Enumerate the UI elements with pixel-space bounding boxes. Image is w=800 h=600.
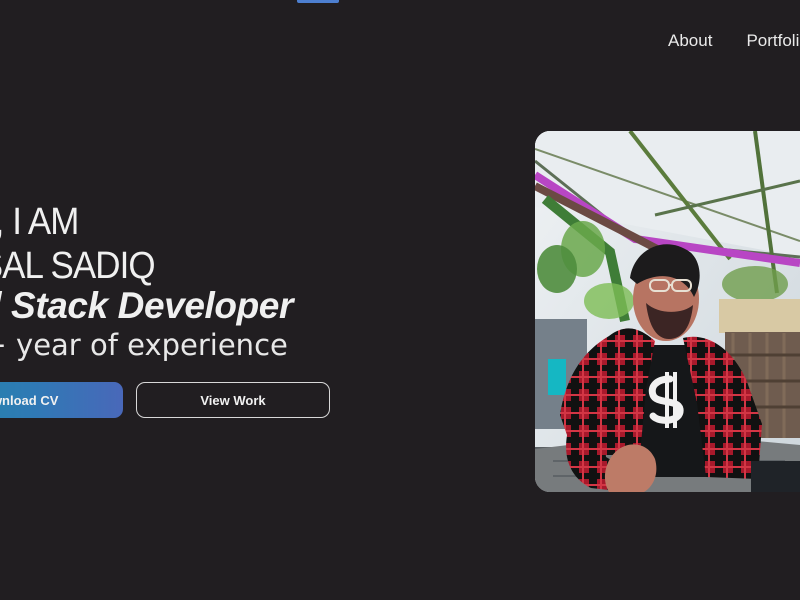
nav-about-link[interactable]: About [668, 31, 712, 51]
portfolio-hero-page: About Portfolio HEY, I AM FAISAL SADIQ F… [0, 0, 800, 600]
view-work-button[interactable]: View Work [136, 382, 330, 418]
hero-name: FAISAL SADIQ [0, 245, 156, 287]
hero-experience: With 1+ year of experience [0, 328, 288, 362]
top-accent-bar [297, 0, 339, 3]
developer-photo [535, 131, 800, 492]
portrait-illustration [535, 131, 800, 492]
hero-role: Full Stack Developer [0, 285, 293, 326]
hero-greeting: HEY, I AM [0, 201, 79, 243]
top-navigation: About Portfolio [668, 31, 800, 51]
download-cv-button[interactable]: Download CV [0, 382, 123, 418]
nav-portfolio-link[interactable]: Portfolio [746, 31, 800, 51]
